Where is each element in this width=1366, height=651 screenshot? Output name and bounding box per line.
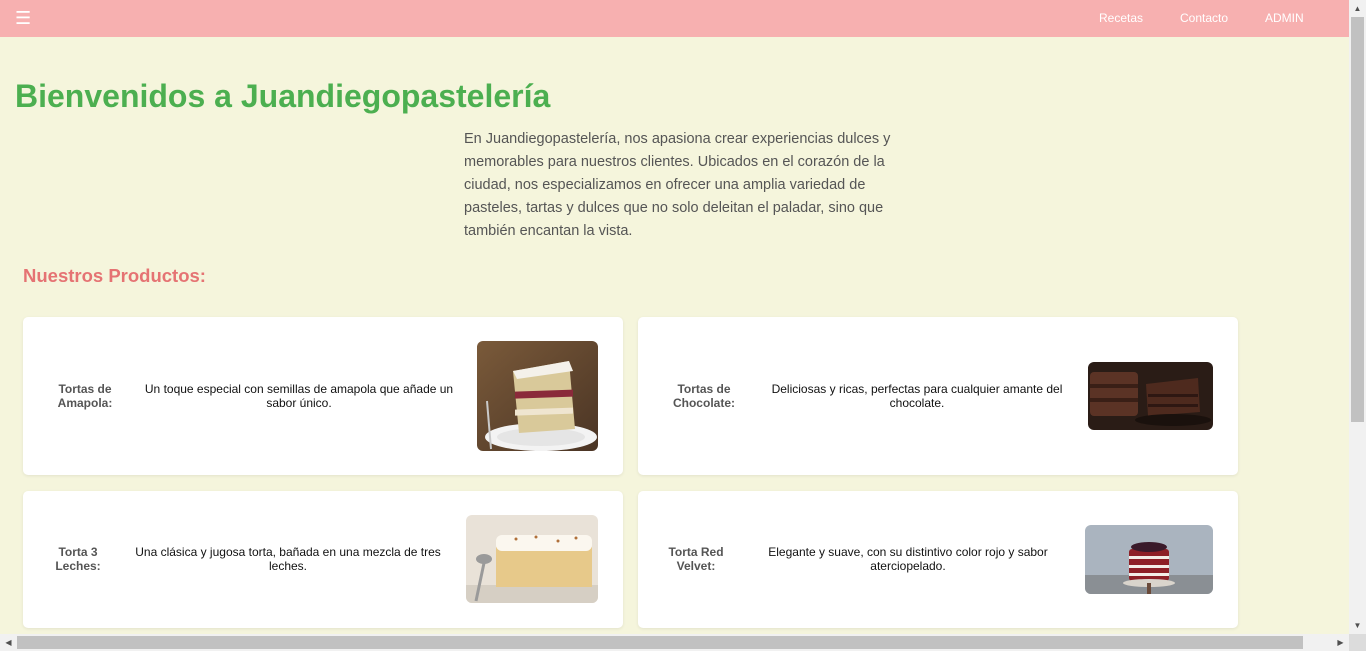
red-velvet-cake-image: [1085, 525, 1213, 594]
product-name: Tortas de Chocolate:: [672, 382, 735, 410]
products-section-title: Nuestros Productos:: [23, 265, 206, 286]
tres-leches-cake-image: [466, 515, 598, 603]
product-card-amapola: Tortas de Amapola: Un toque especial con…: [23, 317, 623, 475]
scroll-right-icon[interactable]: ▶: [1332, 634, 1349, 651]
vertical-scrollbar[interactable]: ▲ ▼: [1349, 0, 1366, 634]
horizontal-scrollbar[interactable]: ◀ ▶: [0, 634, 1349, 651]
vertical-scroll-thumb[interactable]: [1351, 17, 1364, 422]
chocolate-cake-image: [1088, 362, 1213, 430]
product-card-tres-leches: Torta 3 Leches: Una clásica y jugosa tor…: [23, 491, 623, 628]
product-description: Una clásica y jugosa torta, bañada en un…: [135, 545, 441, 573]
menu-icon[interactable]: ☰: [15, 8, 31, 28]
horizontal-scroll-thumb[interactable]: [17, 636, 1303, 649]
product-name: Torta Red Velvet:: [668, 545, 724, 573]
top-nav: ☰ Recetas Contacto ADMIN: [0, 0, 1349, 37]
product-card-chocolate: Tortas de Chocolate: Deliciosas y ricas,…: [638, 317, 1238, 475]
scrollbar-corner: [1349, 634, 1366, 651]
scroll-up-icon[interactable]: ▲: [1349, 0, 1366, 17]
nav-link-recetas[interactable]: Recetas: [1099, 11, 1143, 25]
product-name: Torta 3 Leches:: [55, 545, 101, 573]
poppy-seed-cake-image: [477, 341, 598, 451]
page-title: Bienvenidos a Juandiegopastelería: [15, 78, 551, 114]
product-description: Un toque especial con semillas de amapol…: [144, 382, 454, 410]
nav-link-admin[interactable]: ADMIN: [1265, 11, 1304, 25]
page-viewport: ☰ Recetas Contacto ADMIN Bienvenidos a J…: [0, 0, 1349, 634]
product-name: Tortas de Amapola:: [57, 382, 113, 410]
product-description: Elegante y suave, con su distintivo colo…: [768, 545, 1048, 573]
product-description: Deliciosas y ricas, perfectas para cualq…: [771, 382, 1063, 410]
scroll-left-icon[interactable]: ◀: [0, 634, 17, 651]
intro-paragraph: En Juandiegopastelería, nos apasiona cre…: [464, 131, 891, 239]
nav-link-contacto[interactable]: Contacto: [1180, 11, 1228, 25]
scroll-down-icon[interactable]: ▼: [1349, 617, 1366, 634]
product-card-red-velvet: Torta Red Velvet: Elegante y suave, con …: [638, 491, 1238, 628]
